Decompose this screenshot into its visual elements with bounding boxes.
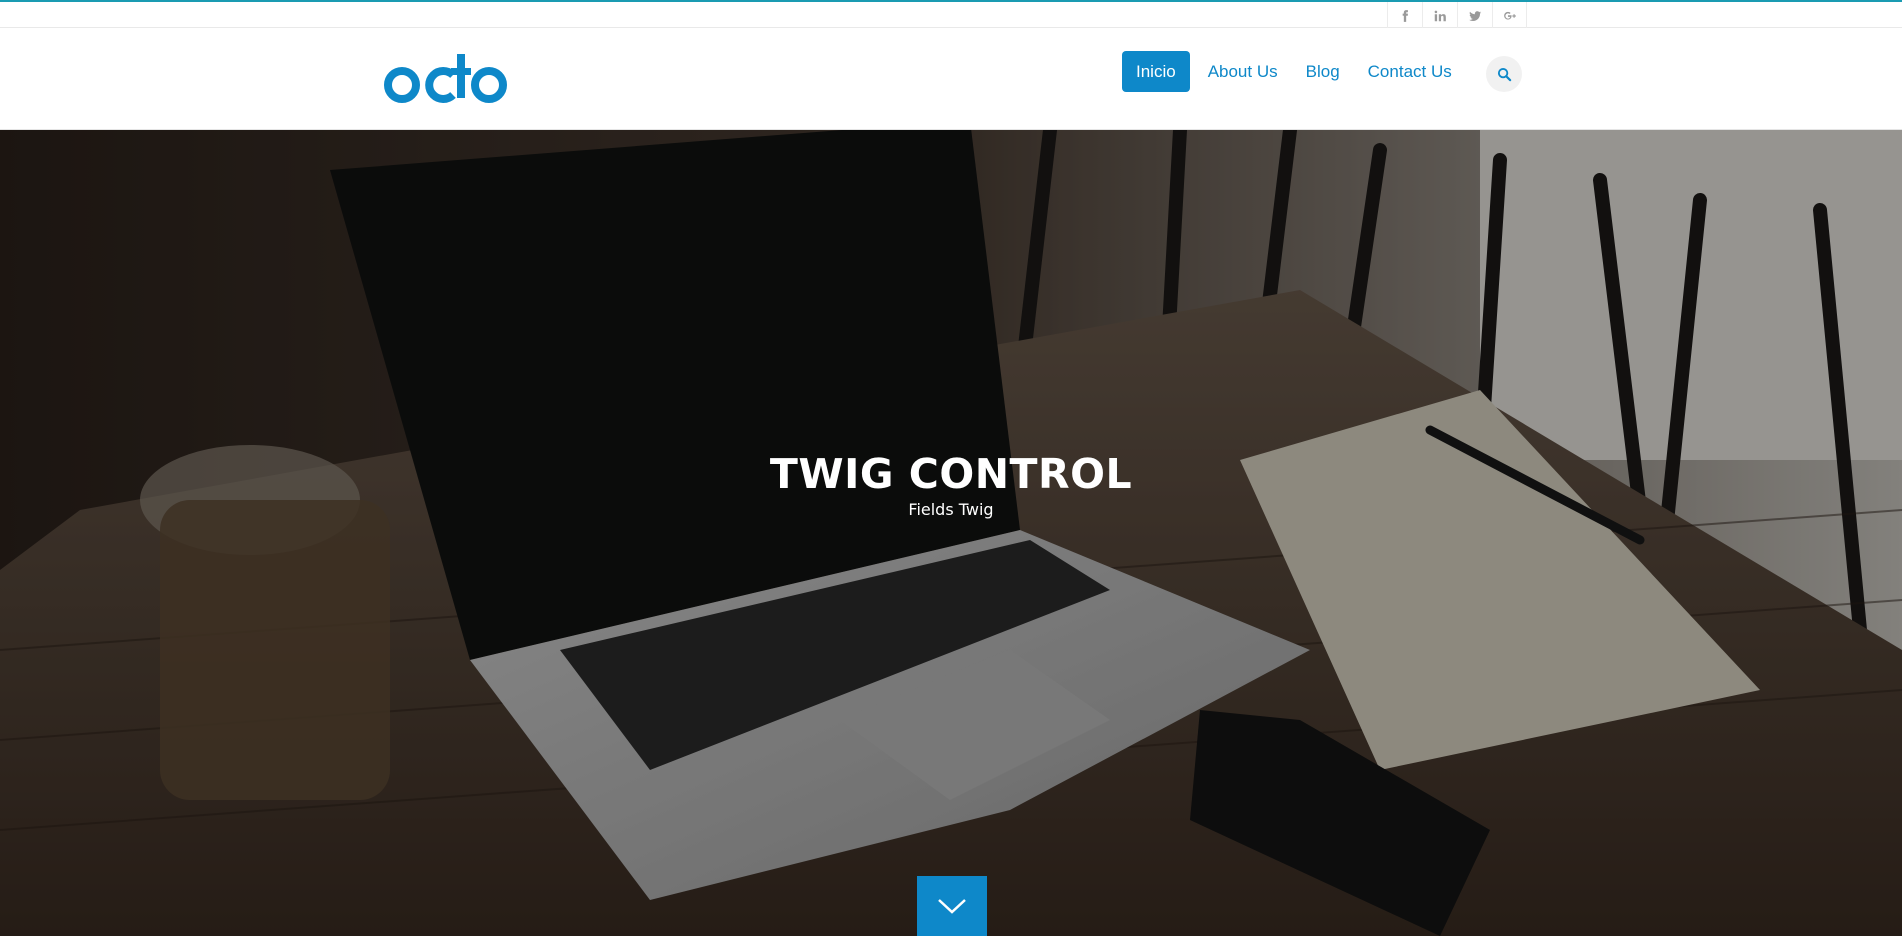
chevron-down-icon <box>938 899 966 914</box>
scroll-down-button[interactable] <box>917 876 987 936</box>
facebook-link[interactable] <box>1387 2 1422 29</box>
google-plus-icon <box>1503 11 1516 19</box>
social-links <box>1387 2 1527 29</box>
linkedin-link[interactable] <box>1422 2 1457 29</box>
twitter-icon <box>1469 10 1482 21</box>
search-icon <box>1497 67 1511 81</box>
octo-logo[interactable] <box>383 50 509 106</box>
nav-item-inicio[interactable]: Inicio <box>1122 51 1190 92</box>
nav-item-about-us[interactable]: About Us <box>1194 51 1292 92</box>
top-bar <box>0 0 1902 29</box>
google-plus-link[interactable] <box>1492 2 1527 29</box>
search-button[interactable] <box>1486 56 1522 92</box>
twitter-link[interactable] <box>1457 2 1492 29</box>
linkedin-icon <box>1434 10 1446 21</box>
hero-section: TWIG CONTROL Fields Twig <box>0 130 1902 936</box>
site-header: Inicio About Us Blog Contact Us <box>0 28 1902 130</box>
hero-overlay <box>0 130 1902 936</box>
nav-item-blog[interactable]: Blog <box>1292 51 1354 92</box>
hero-subtitle: Fields Twig <box>908 500 994 519</box>
facebook-icon <box>1402 9 1408 22</box>
main-nav: Inicio About Us Blog Contact Us <box>1122 51 1466 92</box>
nav-item-contact-us[interactable]: Contact Us <box>1354 51 1466 92</box>
hero-title: TWIG CONTROL <box>769 450 1133 498</box>
